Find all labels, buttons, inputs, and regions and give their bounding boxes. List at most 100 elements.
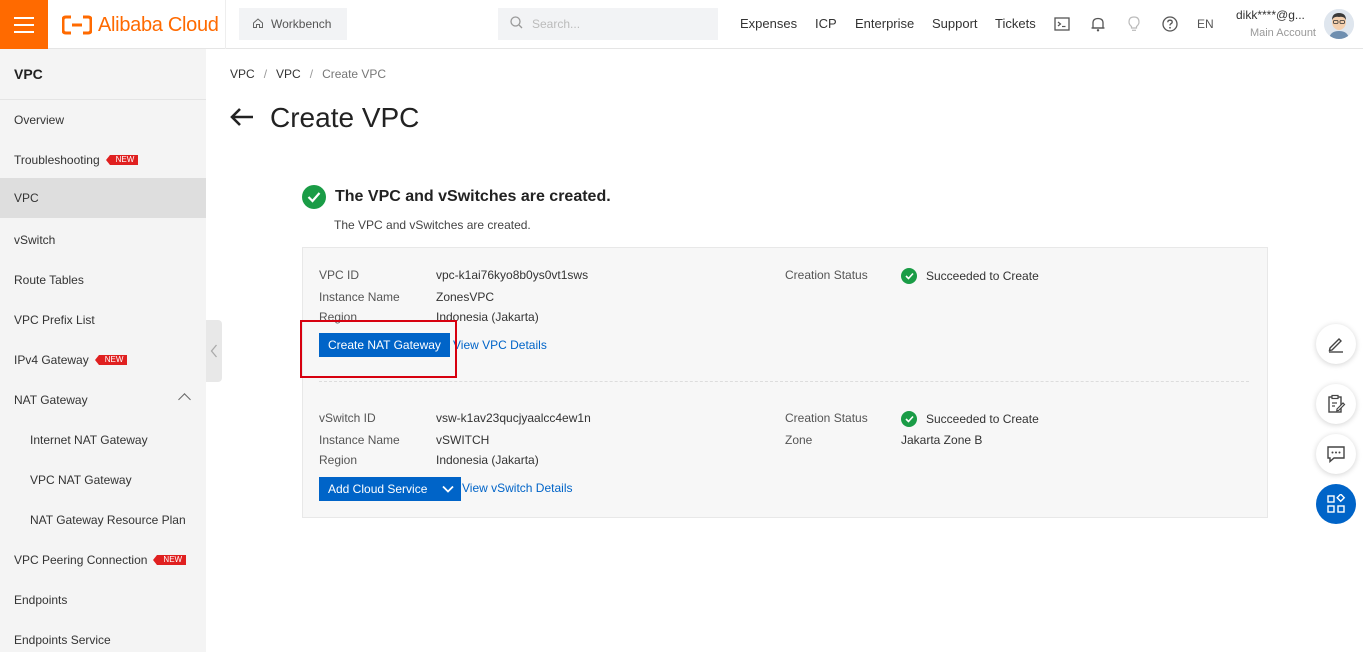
breadcrumb-current: Create VPC <box>322 67 387 81</box>
sidebar-item-label: IPv4 Gateway <box>14 353 89 367</box>
result-card: VPC ID vpc-k1ai76kyo8b0ys0vt1sws Instanc… <box>302 247 1268 518</box>
edit-float-button[interactable] <box>1316 324 1356 364</box>
sidebar-item-label: VPC <box>14 191 39 205</box>
sidebar-item-troubleshooting[interactable]: Troubleshooting NEW <box>0 140 206 180</box>
logo-text: Alibaba Cloud <box>98 13 219 36</box>
logo-mark-icon <box>61 15 93 35</box>
breadcrumb-vpc-root[interactable]: VPC <box>230 67 255 81</box>
sidebar-item-label: VPC Prefix List <box>14 313 95 327</box>
search-placeholder: Search... <box>532 17 581 31</box>
sidebar-item-internet-nat-gateway[interactable]: Internet NAT Gateway <box>0 420 206 460</box>
top-bar: Alibaba Cloud Workbench Search... Expens… <box>0 0 1363 49</box>
sidebar-item-label: Endpoints <box>14 593 68 607</box>
success-check-icon <box>901 411 917 427</box>
sidebar: VPC Overview Troubleshooting NEW VPC vSwi… <box>0 49 206 652</box>
sidebar-item-nat-gateway-resource-plan[interactable]: NAT Gateway Resource Plan <box>0 500 206 540</box>
vswitch-status-label: Creation Status <box>785 411 868 425</box>
vswitch-status-text: Succeeded to Create <box>926 412 1039 426</box>
new-badge: NEW <box>153 555 187 565</box>
account-role: Main Account <box>1249 27 1316 39</box>
breadcrumb: VPC / VPC / Create VPC <box>230 67 386 81</box>
success-header: The VPC and vSwitches are created. <box>302 185 611 209</box>
sidebar-title: VPC <box>14 66 43 82</box>
alibaba-cloud-logo[interactable]: Alibaba Cloud <box>61 13 219 37</box>
sidebar-item-vswitch[interactable]: vSwitch <box>0 220 206 260</box>
vpc-instance-name-label: Instance Name <box>319 290 400 304</box>
sidebar-item-endpoints[interactable]: Endpoints <box>0 580 206 620</box>
apps-grid-icon <box>1327 494 1346 513</box>
divider <box>225 0 226 49</box>
nav-tickets[interactable]: Tickets <box>995 16 1036 31</box>
avatar[interactable] <box>1324 9 1354 39</box>
sidebar-item-route-tables[interactable]: Route Tables <box>0 260 206 300</box>
new-badge: NEW <box>105 155 139 165</box>
add-cloud-service-button[interactable]: Add Cloud Service <box>319 477 462 501</box>
view-vswitch-details-link[interactable]: View vSwitch Details <box>462 481 572 495</box>
vswitch-instance-name-label: Instance Name <box>319 433 400 447</box>
highlight-annotation <box>300 320 457 378</box>
vpc-status-label: Creation Status <box>785 268 868 282</box>
sidebar-item-overview[interactable]: Overview <box>0 100 206 140</box>
vpc-status-text: Succeeded to Create <box>926 269 1039 283</box>
clipboard-edit-icon <box>1328 394 1346 413</box>
sidebar-item-label: Overview <box>14 113 65 127</box>
breadcrumb-separator: / <box>263 67 268 81</box>
sidebar-item-label: VPC Peering Connection <box>14 553 148 567</box>
sidebar-item-nat-gateway[interactable]: NAT Gateway <box>0 380 206 420</box>
search-icon <box>510 16 523 32</box>
back-arrow-icon[interactable] <box>230 107 254 130</box>
nav-expenses[interactable]: Expenses <box>740 16 797 31</box>
sidebar-item-vpc-prefix-list[interactable]: VPC Prefix List <box>0 300 206 340</box>
menu-icon[interactable] <box>0 0 48 49</box>
apps-float-button[interactable] <box>1316 484 1356 524</box>
lightbulb-icon[interactable] <box>1125 15 1143 33</box>
success-subtitle: The VPC and vSwitches are created. <box>334 218 531 232</box>
view-vpc-details-link[interactable]: View VPC Details <box>453 338 547 352</box>
workbench-button[interactable]: Workbench <box>239 8 347 40</box>
vswitch-id-value: vsw-k1av23qucjyaalcc4ew1n <box>436 411 591 425</box>
sidebar-item-vpc-peering-connection[interactable]: VPC Peering Connection NEW <box>0 540 206 580</box>
breadcrumb-vpc[interactable]: VPC <box>276 67 301 81</box>
vswitch-status-value: Succeeded to Create <box>901 411 1039 427</box>
vpc-id-value: vpc-k1ai76kyo8b0ys0vt1sws <box>436 268 589 282</box>
account-menu[interactable]: dikk****@g... Main Account <box>1236 8 1316 39</box>
bell-icon[interactable] <box>1089 15 1107 33</box>
chat-icon <box>1327 446 1345 463</box>
page-header: Create VPC <box>230 102 419 134</box>
sidebar-item-endpoints-service[interactable]: Endpoints Service <box>0 620 206 652</box>
chevron-down-icon <box>435 477 461 501</box>
nav-enterprise[interactable]: Enterprise <box>855 16 914 31</box>
search-input[interactable]: Search... <box>498 8 718 40</box>
pencil-icon <box>1328 338 1343 353</box>
nav-icp[interactable]: ICP <box>815 16 837 31</box>
language-switch[interactable]: EN <box>1197 15 1214 33</box>
page-title: Create VPC <box>270 102 420 133</box>
sidebar-item-label: NAT Gateway Resource Plan <box>30 513 186 527</box>
vswitch-zone-value: Jakarta Zone B <box>901 433 983 447</box>
chat-float-button[interactable] <box>1316 434 1356 474</box>
success-check-icon <box>901 268 917 284</box>
section-divider <box>319 381 1249 382</box>
success-check-icon <box>302 185 326 209</box>
terminal-icon[interactable] <box>1053 15 1071 33</box>
sidebar-item-vpc[interactable]: VPC <box>0 178 206 218</box>
sidebar-item-label: Route Tables <box>14 273 84 287</box>
sidebar-item-label: Endpoints Service <box>14 633 111 647</box>
sidebar-collapse-handle[interactable] <box>206 320 222 382</box>
add-cloud-service-label: Add Cloud Service <box>328 482 428 496</box>
sidebar-item-ipv4-gateway[interactable]: IPv4 Gateway NEW <box>0 340 206 380</box>
sidebar-item-label: VPC NAT Gateway <box>30 473 132 487</box>
feedback-float-button[interactable] <box>1316 384 1356 424</box>
help-icon[interactable] <box>1161 15 1179 33</box>
chevron-left-icon <box>210 344 217 358</box>
sidebar-item-vpc-nat-gateway[interactable]: VPC NAT Gateway <box>0 460 206 500</box>
account-email: dikk****@g... <box>1236 8 1305 22</box>
chevron-up-icon <box>178 393 191 406</box>
new-badge: NEW <box>94 355 128 365</box>
vswitch-instance-name-value: vSWITCH <box>436 433 490 447</box>
sidebar-item-label: vSwitch <box>14 233 56 247</box>
nav-support[interactable]: Support <box>932 16 978 31</box>
vswitch-id-label: vSwitch ID <box>319 411 376 425</box>
home-icon <box>252 17 264 32</box>
workbench-label: Workbench <box>271 17 332 31</box>
